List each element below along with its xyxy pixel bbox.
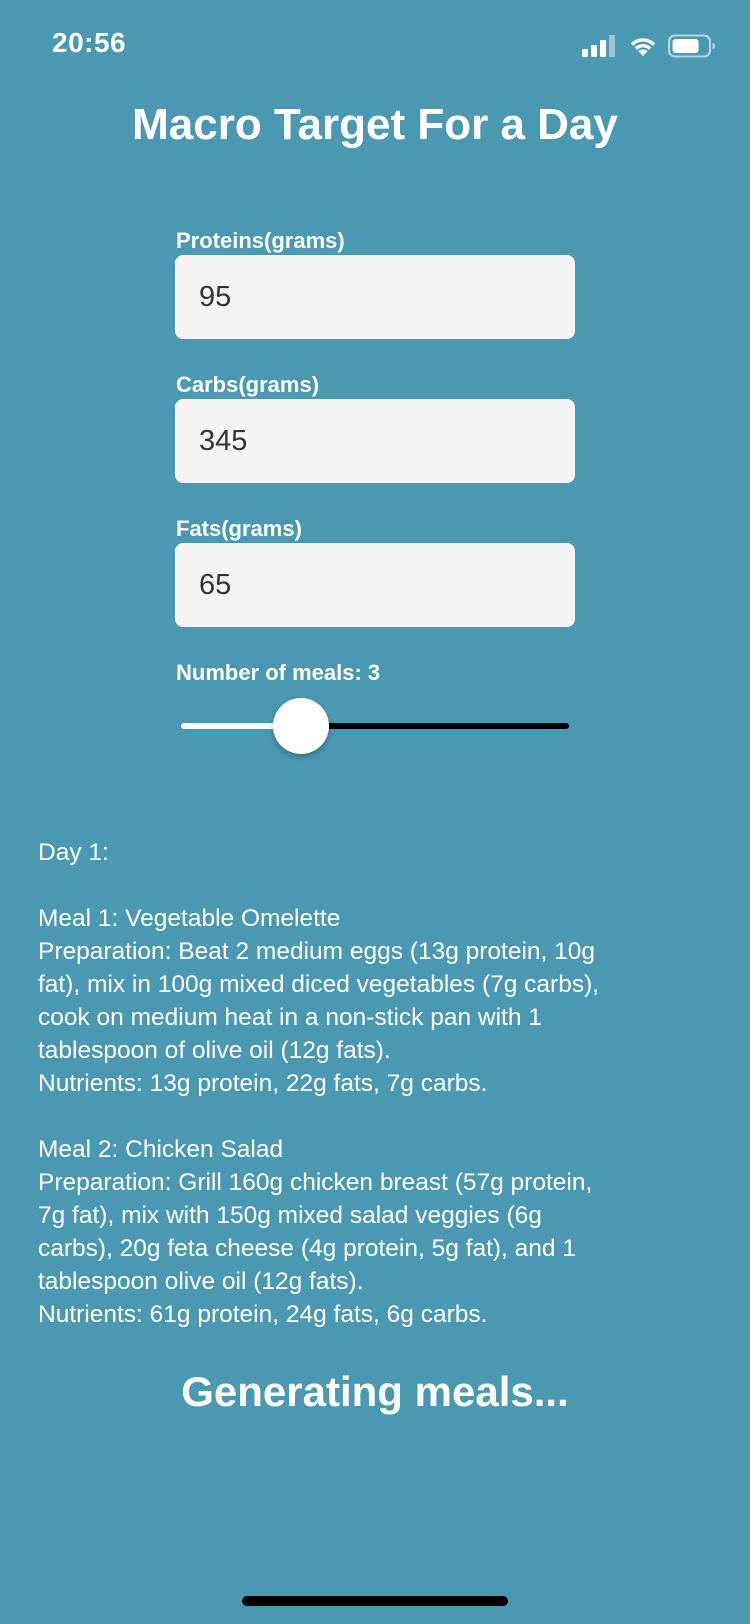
battery-icon <box>668 34 715 58</box>
meals-slider[interactable] <box>181 698 569 754</box>
carbs-input[interactable] <box>175 399 575 483</box>
proteins-input[interactable] <box>175 255 575 339</box>
generating-status: Generating meals... <box>181 1368 569 1415</box>
meal-preparation: tablespoon of olive oil (12g fats). <box>38 1037 391 1064</box>
meal-block: Meal 1: Vegetable Omelette Preparation: … <box>38 902 728 1100</box>
fats-label: Fats(grams) <box>176 516 302 541</box>
meals-count-label: Number of meals: 3 <box>176 660 380 686</box>
meal-preparation: fat), mix in 100g mixed diced vegetables… <box>38 971 600 998</box>
meal-plan: Day 1: Meal 1: Vegetable Omelette Prepar… <box>38 836 728 1331</box>
meal-preparation: tablespoon olive oil (12g fats). <box>38 1268 364 1295</box>
meal-nutrients: Nutrients: 13g protein, 22g fats, 7g car… <box>38 1070 488 1097</box>
page-title: Macro Target For a Day <box>132 100 618 149</box>
carbs-label: Carbs(grams) <box>176 372 320 397</box>
meal-preparation: cook on medium heat in a non-stick pan w… <box>38 1004 542 1031</box>
meal-title: Meal 2: Chicken Salad <box>38 1136 284 1163</box>
meal-nutrients: Nutrients: 61g protein, 24g fats, 6g car… <box>38 1301 488 1328</box>
fats-input[interactable] <box>175 543 575 627</box>
meals-count-label-text: Number of meals: <box>176 660 362 685</box>
meal-preparation: 7g fat), mix with 150g mixed salad veggi… <box>38 1202 542 1229</box>
proteins-label: Proteins(grams) <box>176 228 345 253</box>
slider-thumb[interactable] <box>273 698 330 754</box>
status-icons <box>582 34 716 58</box>
wifi-icon <box>630 38 656 56</box>
home-indicator[interactable] <box>242 1596 508 1606</box>
status-time: 20:56 <box>52 27 127 58</box>
cellular-signal-icon <box>582 35 615 57</box>
meal-preparation: carbs), 20g feta cheese (4g protein, 5g … <box>38 1235 576 1262</box>
meals-count-value: 3 <box>367 660 381 685</box>
meal-preparation: Preparation: Grill 160g chicken breast (… <box>38 1169 593 1196</box>
slider-track-empty <box>301 723 569 729</box>
meal-title: Meal 1: Vegetable Omelette <box>38 905 341 932</box>
meal-preparation: Preparation: Beat 2 medium eggs (13g pro… <box>38 938 596 965</box>
meal-block: Meal 2: Chicken Salad Preparation: Grill… <box>38 1133 728 1331</box>
day-heading: Day 1: <box>38 839 109 866</box>
status-bar: 20:56 <box>0 0 750 90</box>
